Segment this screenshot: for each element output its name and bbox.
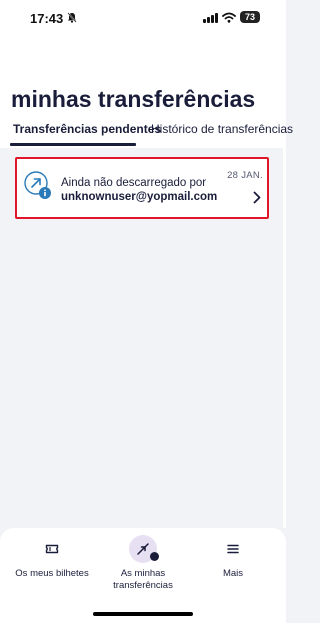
- transfer-status-text: Ainda não descarregado por: [61, 177, 207, 189]
- tab-pending-transfers[interactable]: Transferências pendentes: [13, 122, 161, 136]
- signal-icon: [203, 12, 218, 23]
- ticket-icon: [45, 544, 59, 554]
- transfer-arrow-icon: [24, 171, 51, 199]
- tab-bar: Transferências pendentes Histórico de tr…: [0, 122, 293, 148]
- menu-icon: [227, 544, 239, 554]
- nav-my-transfers[interactable]: As minhas transferências: [95, 528, 191, 598]
- transfer-date: 28 JAN.: [227, 170, 263, 181]
- bottom-navigation: Os meus bilhetes As minhas transferência…: [0, 528, 286, 623]
- nav-my-tickets-label: Os meus bilhetes: [15, 568, 89, 579]
- nav-more-label: Mais: [222, 568, 244, 579]
- transfer-swap-icon: [137, 543, 149, 555]
- transfer-card[interactable]: Ainda não descarregado por unknownuser@y…: [15, 157, 269, 219]
- nav-my-transfers-label: As minhas transferências: [95, 568, 191, 591]
- status-bar: 17:43 73: [0, 0, 286, 36]
- active-tab-indicator: [10, 143, 136, 146]
- nav-notification-dot: [150, 552, 159, 561]
- status-time: 17:43: [30, 11, 64, 26]
- transfer-status-icon: [23, 170, 55, 202]
- chevron-right-icon: [253, 191, 261, 204]
- page-title: minhas transferências: [11, 86, 256, 112]
- status-indicators: 73: [203, 11, 260, 23]
- nav-more[interactable]: Mais: [185, 528, 281, 598]
- tab-transfer-history[interactable]: Histórico de transferências: [151, 122, 293, 136]
- nav-my-tickets[interactable]: Os meus bilhetes: [4, 528, 100, 598]
- nav-my-transfers-label-line1: As minhas: [120, 568, 166, 579]
- home-indicator[interactable]: [93, 612, 193, 616]
- wifi-icon: [222, 12, 236, 23]
- bell-muted-icon: [67, 12, 77, 23]
- content-edge: [283, 148, 286, 528]
- battery-icon: 73: [240, 11, 260, 23]
- nav-my-transfers-label-line2: transferências: [113, 579, 173, 591]
- transfer-recipient-email: unknownuser@yopmail.com: [61, 191, 218, 203]
